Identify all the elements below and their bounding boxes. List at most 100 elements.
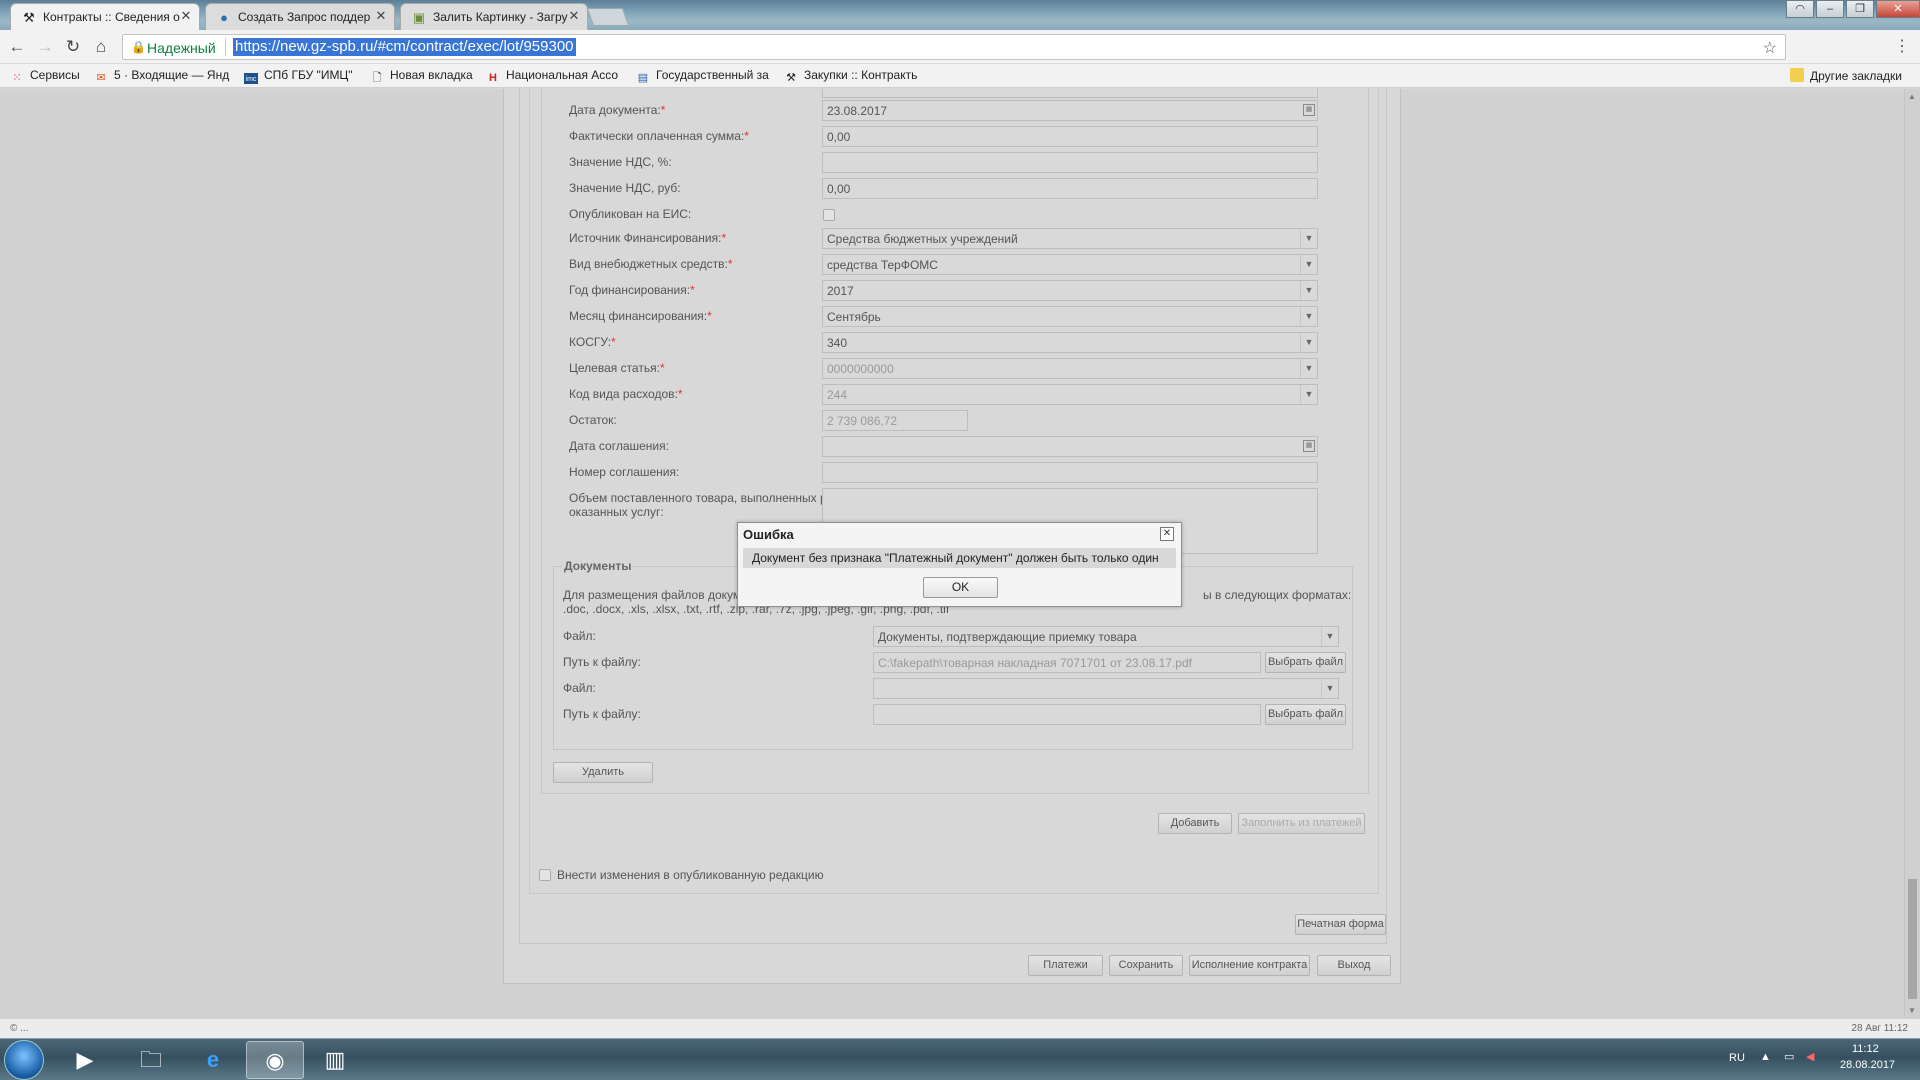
prev-field-input[interactable]	[822, 89, 1318, 98]
page-scrollbar[interactable]: ▲ ▼	[1904, 89, 1920, 1018]
gov-logo-icon: ▤	[637, 72, 649, 84]
bookmark-imc[interactable]: imc СПб ГБУ "ИМЦ"	[244, 68, 353, 84]
tab-support-request[interactable]: ● Создать Запрос поддер ✕	[205, 3, 395, 30]
close-tab-icon[interactable]: ✕	[567, 9, 581, 23]
contract-execution-button[interactable]: Исполнение контракта	[1189, 955, 1310, 976]
profile-icon[interactable]: ◠	[1786, 0, 1814, 18]
payments-button[interactable]: Платежи	[1028, 955, 1103, 976]
scroll-up-icon[interactable]: ▲	[1908, 92, 1916, 101]
file-path-input: C:\fakepath\товарная накладная 7071701 о…	[873, 652, 1261, 673]
funding-year-select[interactable]: 2017 ▼	[822, 280, 1318, 301]
kosgu-select[interactable]: 340 ▼	[822, 332, 1318, 353]
field-label: Код вида расходов:*	[569, 387, 683, 401]
tray-expand-icon[interactable]: ▲	[1760, 1051, 1771, 1063]
chevron-down-icon: ▼	[1300, 359, 1317, 378]
vat-amount-input[interactable]: 0,00	[822, 178, 1318, 199]
menu-icon[interactable]: ⋮	[1894, 36, 1910, 56]
archive-app-icon[interactable]: ▥	[306, 1041, 364, 1079]
exit-button[interactable]: Выход	[1317, 955, 1391, 976]
file-type-select[interactable]: Документы, подтверждающие приемку товара…	[873, 626, 1339, 647]
bookmark-purchases[interactable]: ⚒ Закупки :: Контракть	[784, 68, 924, 84]
maximize-button[interactable]: ❐	[1846, 0, 1874, 18]
path-label: Путь к файлу:	[563, 707, 641, 721]
bookmark-inbox[interactable]: ✉ 5 · Входящие — Янд	[94, 68, 230, 84]
close-tab-icon[interactable]: ✕	[179, 9, 193, 23]
scroll-down-icon[interactable]: ▼	[1908, 1006, 1916, 1015]
minimize-button[interactable]: –	[1816, 0, 1844, 18]
reload-icon[interactable]: ↻	[62, 36, 84, 58]
funding-source-select[interactable]: Средства бюджетных учреждений ▼	[822, 228, 1318, 249]
bookmark-gov[interactable]: ▤ Государственный за	[636, 68, 772, 84]
chevron-down-icon[interactable]: ▼	[1300, 255, 1317, 274]
field-label: КОСГУ:*	[569, 335, 616, 349]
choose-file-button[interactable]: Выбрать файл	[1265, 652, 1346, 673]
bookmark-new-tab[interactable]: 🗋 Новая вкладка	[370, 68, 473, 84]
new-tab-button[interactable]	[586, 8, 630, 26]
image-icon: ▣	[412, 10, 426, 25]
lock-icon: 🔒	[131, 40, 146, 54]
publish-changes-checkbox[interactable]	[539, 869, 551, 881]
file-label: Файл:	[563, 629, 596, 643]
documents-info-text: Для размещения файлов докум	[563, 588, 742, 602]
chevron-down-icon[interactable]: ▼	[1321, 679, 1338, 698]
chevron-down-icon[interactable]: ▼	[1300, 307, 1317, 326]
agreement-number-input[interactable]	[822, 462, 1318, 483]
chevron-down-icon[interactable]: ▼	[1321, 627, 1338, 646]
tab-contracts[interactable]: ⚒ Контракты :: Сведения о ✕	[10, 3, 200, 30]
globe-icon: ●	[220, 10, 228, 25]
home-icon[interactable]: ⌂	[90, 36, 112, 58]
network-icon[interactable]: ▭	[1784, 1050, 1794, 1063]
funding-month-select[interactable]: Сентябрь ▼	[822, 306, 1318, 327]
save-button[interactable]: Сохранить	[1109, 955, 1183, 976]
field-label: Вид внебюджетных средств:*	[569, 257, 733, 271]
status-datetime: 28 Авг 11:12	[1851, 1023, 1908, 1034]
payment-form-panel: Дата документа:* 23.08.2017 ▦ Фактически …	[529, 89, 1379, 894]
file-path-input[interactable]	[873, 704, 1261, 725]
close-window-button[interactable]: ✕	[1876, 0, 1920, 18]
bookmark-national-assoc[interactable]: Н Национальная Ассо	[486, 68, 622, 84]
fill-from-payments-button[interactable]: Заполнить из платежей	[1238, 813, 1365, 834]
bookmark-services[interactable]: ⁙ Сервисы	[10, 68, 80, 84]
media-player-icon[interactable]: ▶	[56, 1041, 114, 1079]
volume-muted-icon[interactable]: ◀	[1806, 1050, 1814, 1063]
close-icon[interactable]: ✕	[1160, 527, 1174, 541]
publish-changes-label: Внести изменения в опубликованную редакц…	[557, 868, 824, 882]
calendar-icon[interactable]: ▦	[1303, 440, 1315, 452]
vat-percent-input[interactable]	[822, 152, 1318, 173]
explorer-folder-icon[interactable]: 🗀	[122, 1041, 180, 1079]
delete-button[interactable]: Удалить	[553, 762, 653, 783]
chevron-down-icon[interactable]: ▼	[1300, 229, 1317, 248]
calendar-icon[interactable]: ▦	[1303, 104, 1315, 116]
paid-amount-input[interactable]: 0,00	[822, 126, 1318, 147]
scrollbar-thumb[interactable]	[1908, 879, 1917, 999]
chevron-down-icon[interactable]: ▼	[1300, 281, 1317, 300]
language-indicator[interactable]: RU	[1729, 1052, 1745, 1064]
bookmark-other[interactable]: Другие закладки	[1790, 68, 1902, 84]
offbudget-type-select[interactable]: средства ТерФОМС ▼	[822, 254, 1318, 275]
print-form-button[interactable]: Печатная форма	[1295, 914, 1386, 935]
start-button[interactable]	[4, 1040, 44, 1080]
url-text[interactable]: https://new.gz-spb.ru/#cm/contract/exec/…	[233, 38, 576, 56]
chrome-icon[interactable]: ◉	[246, 1041, 304, 1079]
bookmark-label: Сервисы	[30, 68, 80, 82]
close-tab-icon[interactable]: ✕	[374, 9, 388, 23]
documents-info-text: ы в следующих форматах:	[1203, 588, 1352, 602]
bookmark-star-icon[interactable]: ☆	[1763, 38, 1777, 58]
forward-arrow-icon[interactable]: →	[34, 36, 56, 58]
document-date-input[interactable]: 23.08.2017 ▦	[822, 100, 1318, 121]
clock-date[interactable]: 28.08.2017	[1840, 1059, 1895, 1071]
choose-file-button[interactable]: Выбрать файл	[1265, 704, 1346, 725]
ok-button[interactable]: OK	[923, 577, 998, 598]
chevron-down-icon[interactable]: ▼	[1300, 333, 1317, 352]
field-label: Дата соглашения:	[569, 439, 669, 453]
back-arrow-icon[interactable]: ←	[6, 36, 28, 58]
field-label: Фактически оплаченная сумма:*	[569, 129, 749, 143]
tab-image-upload[interactable]: ▣ Залить Картинку - Загру ✕	[400, 3, 588, 30]
file-type-select[interactable]: ▼	[873, 678, 1339, 699]
address-bar[interactable]: 🔒 Надежный https://new.gz-spb.ru/#cm/con…	[122, 34, 1786, 60]
add-button[interactable]: Добавить	[1158, 813, 1232, 834]
published-eis-checkbox[interactable]	[823, 209, 835, 221]
internet-explorer-icon[interactable]: e	[184, 1041, 242, 1079]
agreement-date-input[interactable]: ▦	[822, 436, 1318, 457]
clock-time[interactable]: 11:12	[1852, 1043, 1879, 1055]
